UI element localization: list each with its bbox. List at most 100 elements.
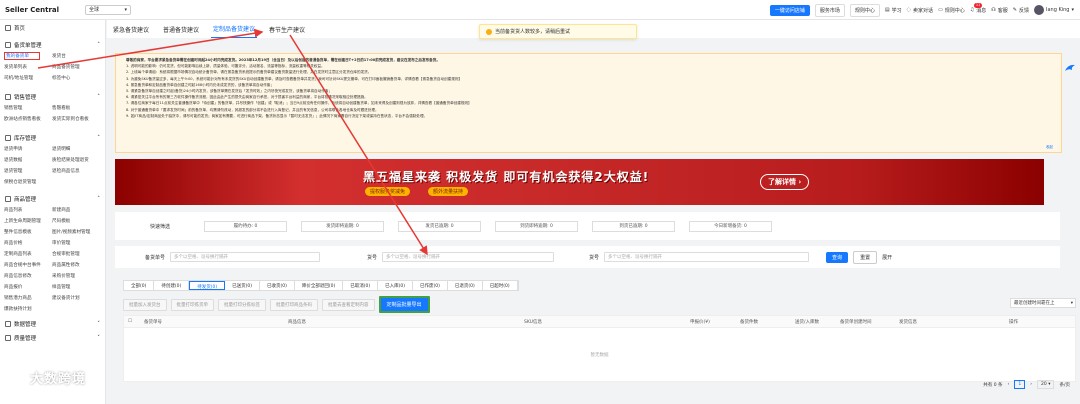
sidebar-group-title[interactable]: 销售管理 ˄: [0, 90, 105, 104]
promo-banner[interactable]: 黑五福星来袭 积极发货 即可有机会获得2大权益! 提权服务奖减免 额外流量扶持 …: [115, 159, 1044, 205]
sidebar-item-potential-products[interactable]: 销售潜力商品: [4, 294, 52, 302]
sidebar-item-media-management[interactable]: 图片/视频素材管理: [52, 228, 100, 236]
custom-batch-export-button[interactable]: 定制品批量导出: [378, 296, 430, 313]
stat-pending[interactable]: 履约待办: 0: [204, 220, 287, 232]
stat-arrive-overdue[interactable]: 到货已逾期: 0: [592, 220, 675, 232]
sidebar-item-return-inspection[interactable]: 退检商品信息: [52, 167, 100, 175]
tab-normal[interactable]: 普通备货建议: [161, 21, 201, 38]
sidebar-item-sales-management[interactable]: 销售管理: [4, 104, 52, 112]
sidebar-item-hot-support[interactable]: 爆款扶持计划: [4, 305, 52, 313]
sidebar-item-compliance-approval[interactable]: 合规审批管理: [52, 250, 100, 258]
skc-input[interactable]: 多个以空格、逗号换行隔开: [604, 252, 810, 262]
feedback-link[interactable]: ✎ 反馈: [1013, 7, 1029, 14]
sidebar-item-return-detail[interactable]: 退货明细: [52, 145, 100, 153]
sidebar-item-package-template[interactable]: 整件信息模板: [4, 228, 52, 236]
prev-page-button[interactable]: ‹: [1008, 382, 1010, 387]
rule-center-button[interactable]: 规则中心: [849, 3, 880, 17]
status-tab-all[interactable]: 全部(0): [124, 281, 155, 290]
sidebar-item-shipping-desk[interactable]: 发货台: [52, 52, 100, 60]
sidebar-item-return-management[interactable]: 退货管理: [4, 167, 52, 175]
sidebar-group-title[interactable]: 备货单管理 ˄: [0, 38, 105, 52]
user-menu[interactable]: Iang King ▾: [1034, 5, 1074, 15]
batch-print-sort-label-button[interactable]: 批量打印分拣标签: [218, 298, 266, 311]
batch-add-to-desk-button[interactable]: 批量加入发货台: [123, 298, 167, 311]
chevron-up-icon: ˄: [97, 42, 100, 48]
sidebar-item-home[interactable]: 首页: [0, 20, 105, 36]
sidebar-item-info-edit[interactable]: 商品信息修改: [4, 272, 52, 280]
sku-input[interactable]: 多个以空格、逗号换行隔开: [382, 252, 555, 262]
batch-print-barcode-button[interactable]: 批量打印商品条码: [270, 298, 318, 311]
status-tab-stocked[interactable]: 已入库(0): [378, 281, 413, 290]
query-button[interactable]: 查询: [826, 251, 849, 263]
service-market-button[interactable]: 服务市场: [814, 3, 845, 17]
banner-learn-more-button[interactable]: 了解详情 ›: [760, 174, 810, 190]
status-tab-received[interactable]: 已收货(0): [260, 281, 295, 290]
service-link[interactable]: ☊ 客服: [991, 7, 1007, 14]
sidebar-item-stock-plan[interactable]: 建议备货计划: [52, 294, 100, 302]
status-tab-returned[interactable]: 降价全部退回(0): [295, 281, 344, 290]
sidebar-item-my-stock-orders[interactable]: 我的备货单: [4, 52, 40, 60]
sidebar-group-title[interactable]: 商品管理 ˄: [0, 192, 105, 206]
batch-print-picking-button[interactable]: 批量打印拣货单: [170, 298, 214, 311]
tab-spring-festival[interactable]: 春节生产建议: [267, 21, 307, 38]
sidebar-group-data[interactable]: 数据管理 ˅: [0, 317, 105, 331]
sidebar-group-title[interactable]: 库存管理 ˄: [0, 131, 105, 145]
sidebar-group-quality[interactable]: 质量管理 ˅: [0, 331, 105, 345]
order-no-input[interactable]: 多个以空格、逗号换行隔开: [170, 252, 321, 262]
sidebar-item-return-request[interactable]: 退货申请: [4, 145, 52, 153]
sidebar-item-sellout-board[interactable]: 售罄看板: [52, 104, 100, 112]
region-select[interactable]: 全球 ▾: [85, 4, 131, 15]
bird-logo-icon: [1065, 64, 1075, 71]
status-tab-to-create[interactable]: 待创建(0): [154, 281, 190, 290]
stat-ship-due-soon[interactable]: 发货即将逾期: 0: [301, 220, 384, 232]
seller-chat-link[interactable]: ◌ 卖家对话: [907, 7, 933, 14]
sidebar-item-return-data[interactable]: 退货数据: [4, 156, 52, 164]
sidebar-item-stock-management[interactable]: 商品备货管理: [52, 63, 100, 71]
status-tab-shipped[interactable]: 已送货(0): [225, 281, 260, 290]
notice-link[interactable]: ♫ 11 消息: [970, 2, 986, 14]
notice-collapse-link[interactable]: 收起: [1046, 144, 1053, 150]
sidebar-item-purchase-price[interactable]: 采购价管理: [52, 272, 100, 280]
order-no-label: 备货单号: [145, 254, 166, 261]
sidebar-item-label-center[interactable]: 标签中心: [52, 74, 100, 82]
reset-button[interactable]: 重置: [853, 250, 878, 264]
sidebar-item-qc-return[interactable]: 质检结果处理退货: [52, 156, 100, 164]
sidebar-item-new-product[interactable]: 新建商品: [52, 206, 100, 214]
sidebar-item-sample-management[interactable]: 样品管理: [52, 283, 100, 291]
sidebar-item-bonded-return[interactable]: 保税仓退货管理: [4, 178, 52, 186]
select-all-checkbox[interactable]: ☐: [124, 319, 138, 324]
sidebar-item-shipment-list[interactable]: 发货单列表: [4, 63, 52, 71]
tab-urgent[interactable]: 紧急备货建议: [111, 21, 151, 38]
sidebar-item-product-price[interactable]: 商品价格: [4, 239, 52, 247]
sidebar-item-eu-sales-board[interactable]: 欧洲站点销售看板: [4, 115, 52, 123]
status-tab-to-ship[interactable]: 待发货(0): [189, 281, 226, 290]
page-size-select[interactable]: 20 ▾: [1037, 380, 1055, 389]
next-page-button[interactable]: ›: [1030, 382, 1032, 387]
batch-view-custom-button[interactable]: 批量去查看定制内容: [322, 298, 375, 311]
sidebar-item-lifecycle[interactable]: 上新生命周期管理: [4, 217, 52, 225]
one-click-visit-button[interactable]: 一键访问店铺: [769, 4, 810, 16]
stat-ship-overdue[interactable]: 发货已逾期: 0: [398, 220, 481, 232]
status-tab-timeout[interactable]: 已超时(0): [483, 281, 518, 290]
current-page[interactable]: 1: [1014, 380, 1026, 389]
sidebar-item-compliance-events[interactable]: 商品合规中台事件: [4, 261, 52, 269]
sidebar-item-custom-products[interactable]: 定制商品列表: [4, 250, 52, 258]
sidebar-item-arrival-board[interactable]: 发货实际到仓看板: [52, 115, 100, 123]
expand-link[interactable]: 展开: [882, 254, 892, 261]
status-tab-refunded[interactable]: 已退货(0): [448, 281, 483, 290]
status-tab-cancelled[interactable]: 已取消(0): [343, 281, 379, 290]
sort-select[interactable]: 最近创建时间靠在上 ▾: [1010, 298, 1076, 308]
status-tab-voided[interactable]: 已作废(0): [413, 281, 448, 290]
sidebar-item-price-review[interactable]: 审价管理: [52, 239, 100, 247]
sidebar-item-driver-address[interactable]: 司机/地址管理: [4, 74, 52, 82]
sort-value: 最近创建时间靠在上: [1014, 301, 1055, 306]
sidebar-item-product-quote[interactable]: 商品报价: [4, 283, 52, 291]
tab-custom[interactable]: 定制品备货建议: [211, 20, 258, 38]
sidebar-item-size-template[interactable]: 尺码模板: [52, 217, 100, 225]
rules-link[interactable]: ▭ 规则中心: [938, 7, 965, 14]
stat-arrive-due-soon[interactable]: 到货即将逾期: 0: [495, 220, 578, 232]
learn-link[interactable]: ▤ 学习: [885, 7, 902, 14]
stat-new-today[interactable]: 今日新增备货: 0: [689, 220, 772, 232]
sidebar-item-attribute-edit[interactable]: 商品属性修改: [52, 261, 100, 269]
sidebar-item-product-list[interactable]: 商品列表: [4, 206, 52, 214]
